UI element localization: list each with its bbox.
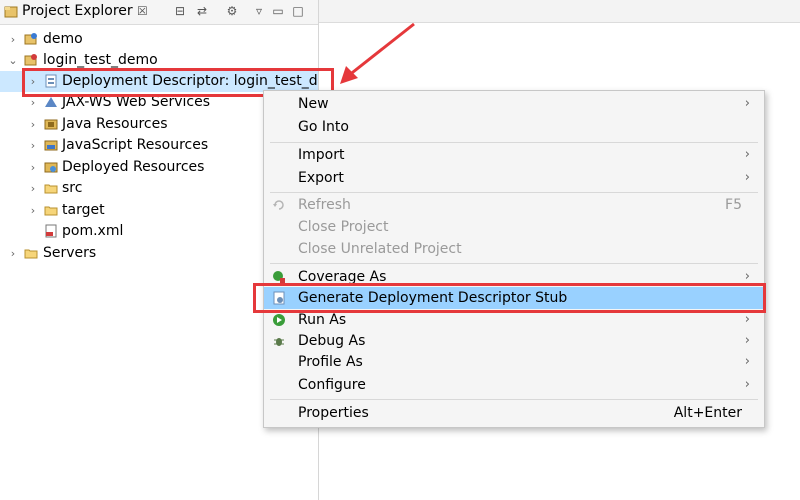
expand-chevron-icon[interactable]: › (28, 200, 38, 221)
coverage-icon (273, 271, 285, 283)
menu-item-profile-as[interactable]: Profile As › (264, 351, 764, 373)
expand-chevron-icon[interactable]: › (8, 243, 18, 264)
menu-item-export[interactable]: Export › (264, 167, 764, 189)
tree-item-label: Java Resources (62, 116, 168, 132)
menu-item-refresh[interactable]: Refresh F5 (264, 194, 764, 216)
annotation-arrow-icon (340, 22, 415, 84)
menu-item-close-unrelated[interactable]: Close Unrelated Project (264, 238, 764, 260)
link-with-editor-icon[interactable]: ⇄ (194, 3, 210, 19)
expand-chevron-icon[interactable]: › (28, 157, 38, 178)
tree-item-label: JavaScript Resources (62, 137, 209, 153)
tree-item-label: target (62, 202, 105, 218)
close-tab-icon[interactable]: ☒ (137, 4, 148, 18)
menu-item-label: Profile As (298, 354, 363, 370)
submenu-arrow-icon: › (744, 96, 750, 111)
submenu-arrow-icon: › (744, 333, 750, 348)
expand-chevron-icon[interactable]: › (8, 29, 18, 50)
menu-item-label: Configure (298, 377, 366, 393)
tree-item-label: demo (43, 31, 83, 47)
menu-separator (270, 142, 758, 143)
project-explorer-title: Project Explorer (22, 3, 133, 19)
menu-item-label: New (298, 96, 329, 112)
annotation-box-generate-stub (253, 283, 766, 313)
menu-item-label: Export (298, 170, 344, 186)
project-explorer-icon (4, 6, 18, 18)
menu-item-import[interactable]: Import › (264, 144, 764, 166)
menu-item-label: Debug As (298, 333, 366, 349)
expand-chevron-icon[interactable]: › (28, 178, 38, 199)
tree-item-demo[interactable]: › demo (0, 29, 318, 50)
folder-icon (44, 206, 58, 216)
menu-separator (270, 399, 758, 400)
javascript-icon (44, 140, 58, 151)
menu-item-close-project[interactable]: Close Project (264, 216, 764, 238)
menu-item-new[interactable]: New › (264, 93, 764, 115)
submenu-arrow-icon: › (744, 170, 750, 185)
menu-item-properties[interactable]: Properties Alt+Enter (264, 402, 764, 424)
menu-item-label: Go Into (298, 119, 349, 135)
collapse-chevron-icon[interactable]: ⌄ (8, 50, 18, 71)
tree-item-label: pom.xml (62, 223, 124, 239)
view-menu-icon[interactable]: ▿ (251, 3, 267, 19)
submenu-arrow-icon: › (744, 147, 750, 162)
menu-item-go-into[interactable]: Go Into (264, 116, 764, 138)
filter-icon[interactable]: ⚙ (224, 3, 240, 19)
submenu-arrow-icon: › (744, 354, 750, 369)
run-icon (273, 314, 285, 326)
minimize-icon[interactable]: ▭ (270, 3, 286, 19)
menu-item-configure[interactable]: Configure › (264, 374, 764, 396)
collapse-all-icon[interactable]: ⊟ (172, 3, 188, 19)
menu-shortcut: F5 (725, 197, 742, 213)
project-icon (24, 33, 37, 45)
menu-item-label: Import (298, 147, 345, 163)
expand-chevron-icon[interactable]: › (28, 114, 38, 135)
project-icon (24, 54, 37, 66)
menu-item-label: Close Project (298, 219, 389, 235)
folder-icon (44, 184, 58, 194)
menu-item-label: Close Unrelated Project (298, 241, 462, 257)
debug-icon (274, 338, 284, 346)
refresh-icon (273, 200, 284, 210)
tree-item-label: Servers (43, 245, 97, 261)
maximize-icon[interactable]: □ (290, 3, 306, 19)
menu-separator (270, 263, 758, 264)
xml-file-icon (45, 224, 57, 238)
java-resources-icon (44, 119, 58, 130)
deployed-icon (44, 162, 58, 173)
tree-item-label: src (62, 180, 83, 196)
menu-item-debug-as[interactable]: Debug As › (264, 330, 764, 352)
menu-item-label: Properties (298, 405, 369, 421)
expand-chevron-icon[interactable]: › (28, 135, 38, 156)
tree-item-label: Deployed Resources (62, 159, 205, 175)
webservice-icon (45, 97, 57, 107)
menu-shortcut: Alt+Enter (673, 405, 742, 421)
context-menu: New › Go Into Import › Export › Refresh … (263, 90, 765, 428)
menu-separator (270, 192, 758, 193)
folder-icon (24, 249, 38, 259)
submenu-arrow-icon: › (744, 377, 750, 392)
project-explorer-tab[interactable]: Project Explorer ☒ ⊟ ⇄ ⚙ ▿ ▭ □ (0, 0, 318, 25)
menu-item-label: Refresh (298, 197, 351, 213)
